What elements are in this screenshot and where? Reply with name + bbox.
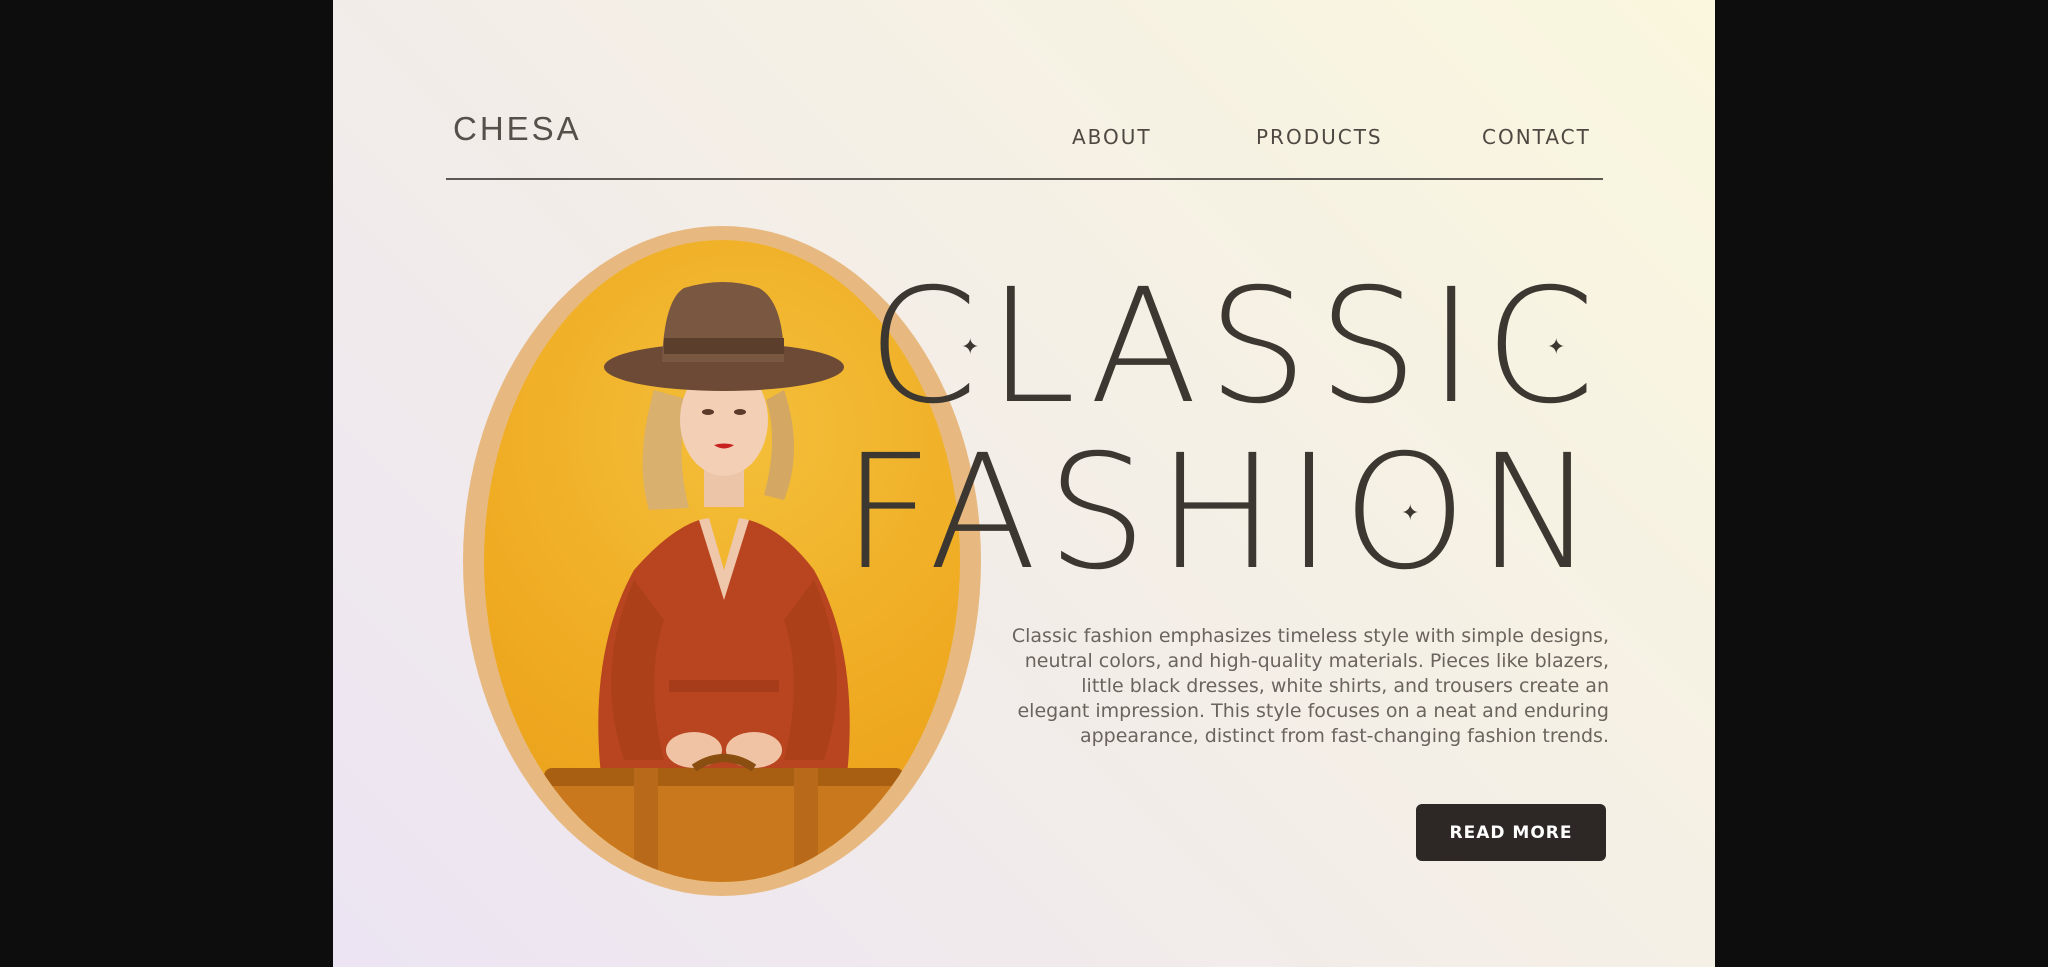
hero-description: Classic fashion emphasizes timeless styl… [1011,625,1609,747]
header-divider [446,178,1603,180]
nav-link-contact[interactable]: CONTACT [1482,125,1591,149]
read-more-button[interactable]: READ MORE [1416,804,1606,861]
sparkle-icon: ✦ [961,335,980,360]
letterbox-background: CHESA ABOUT PRODUCTS CONTACT CLASSIC FAS… [0,0,2048,967]
sparkle-icon: ✦ [1401,501,1420,526]
headline-line-2: FASHION [842,421,1605,605]
nav-link-about[interactable]: ABOUT [1072,125,1152,149]
nav-link-products[interactable]: PRODUCTS [1256,125,1383,149]
hero-slide: CHESA ABOUT PRODUCTS CONTACT CLASSIC FAS… [333,0,1715,967]
brand-logo[interactable]: CHESA [453,110,582,148]
sparkle-icon: ✦ [1547,335,1566,360]
